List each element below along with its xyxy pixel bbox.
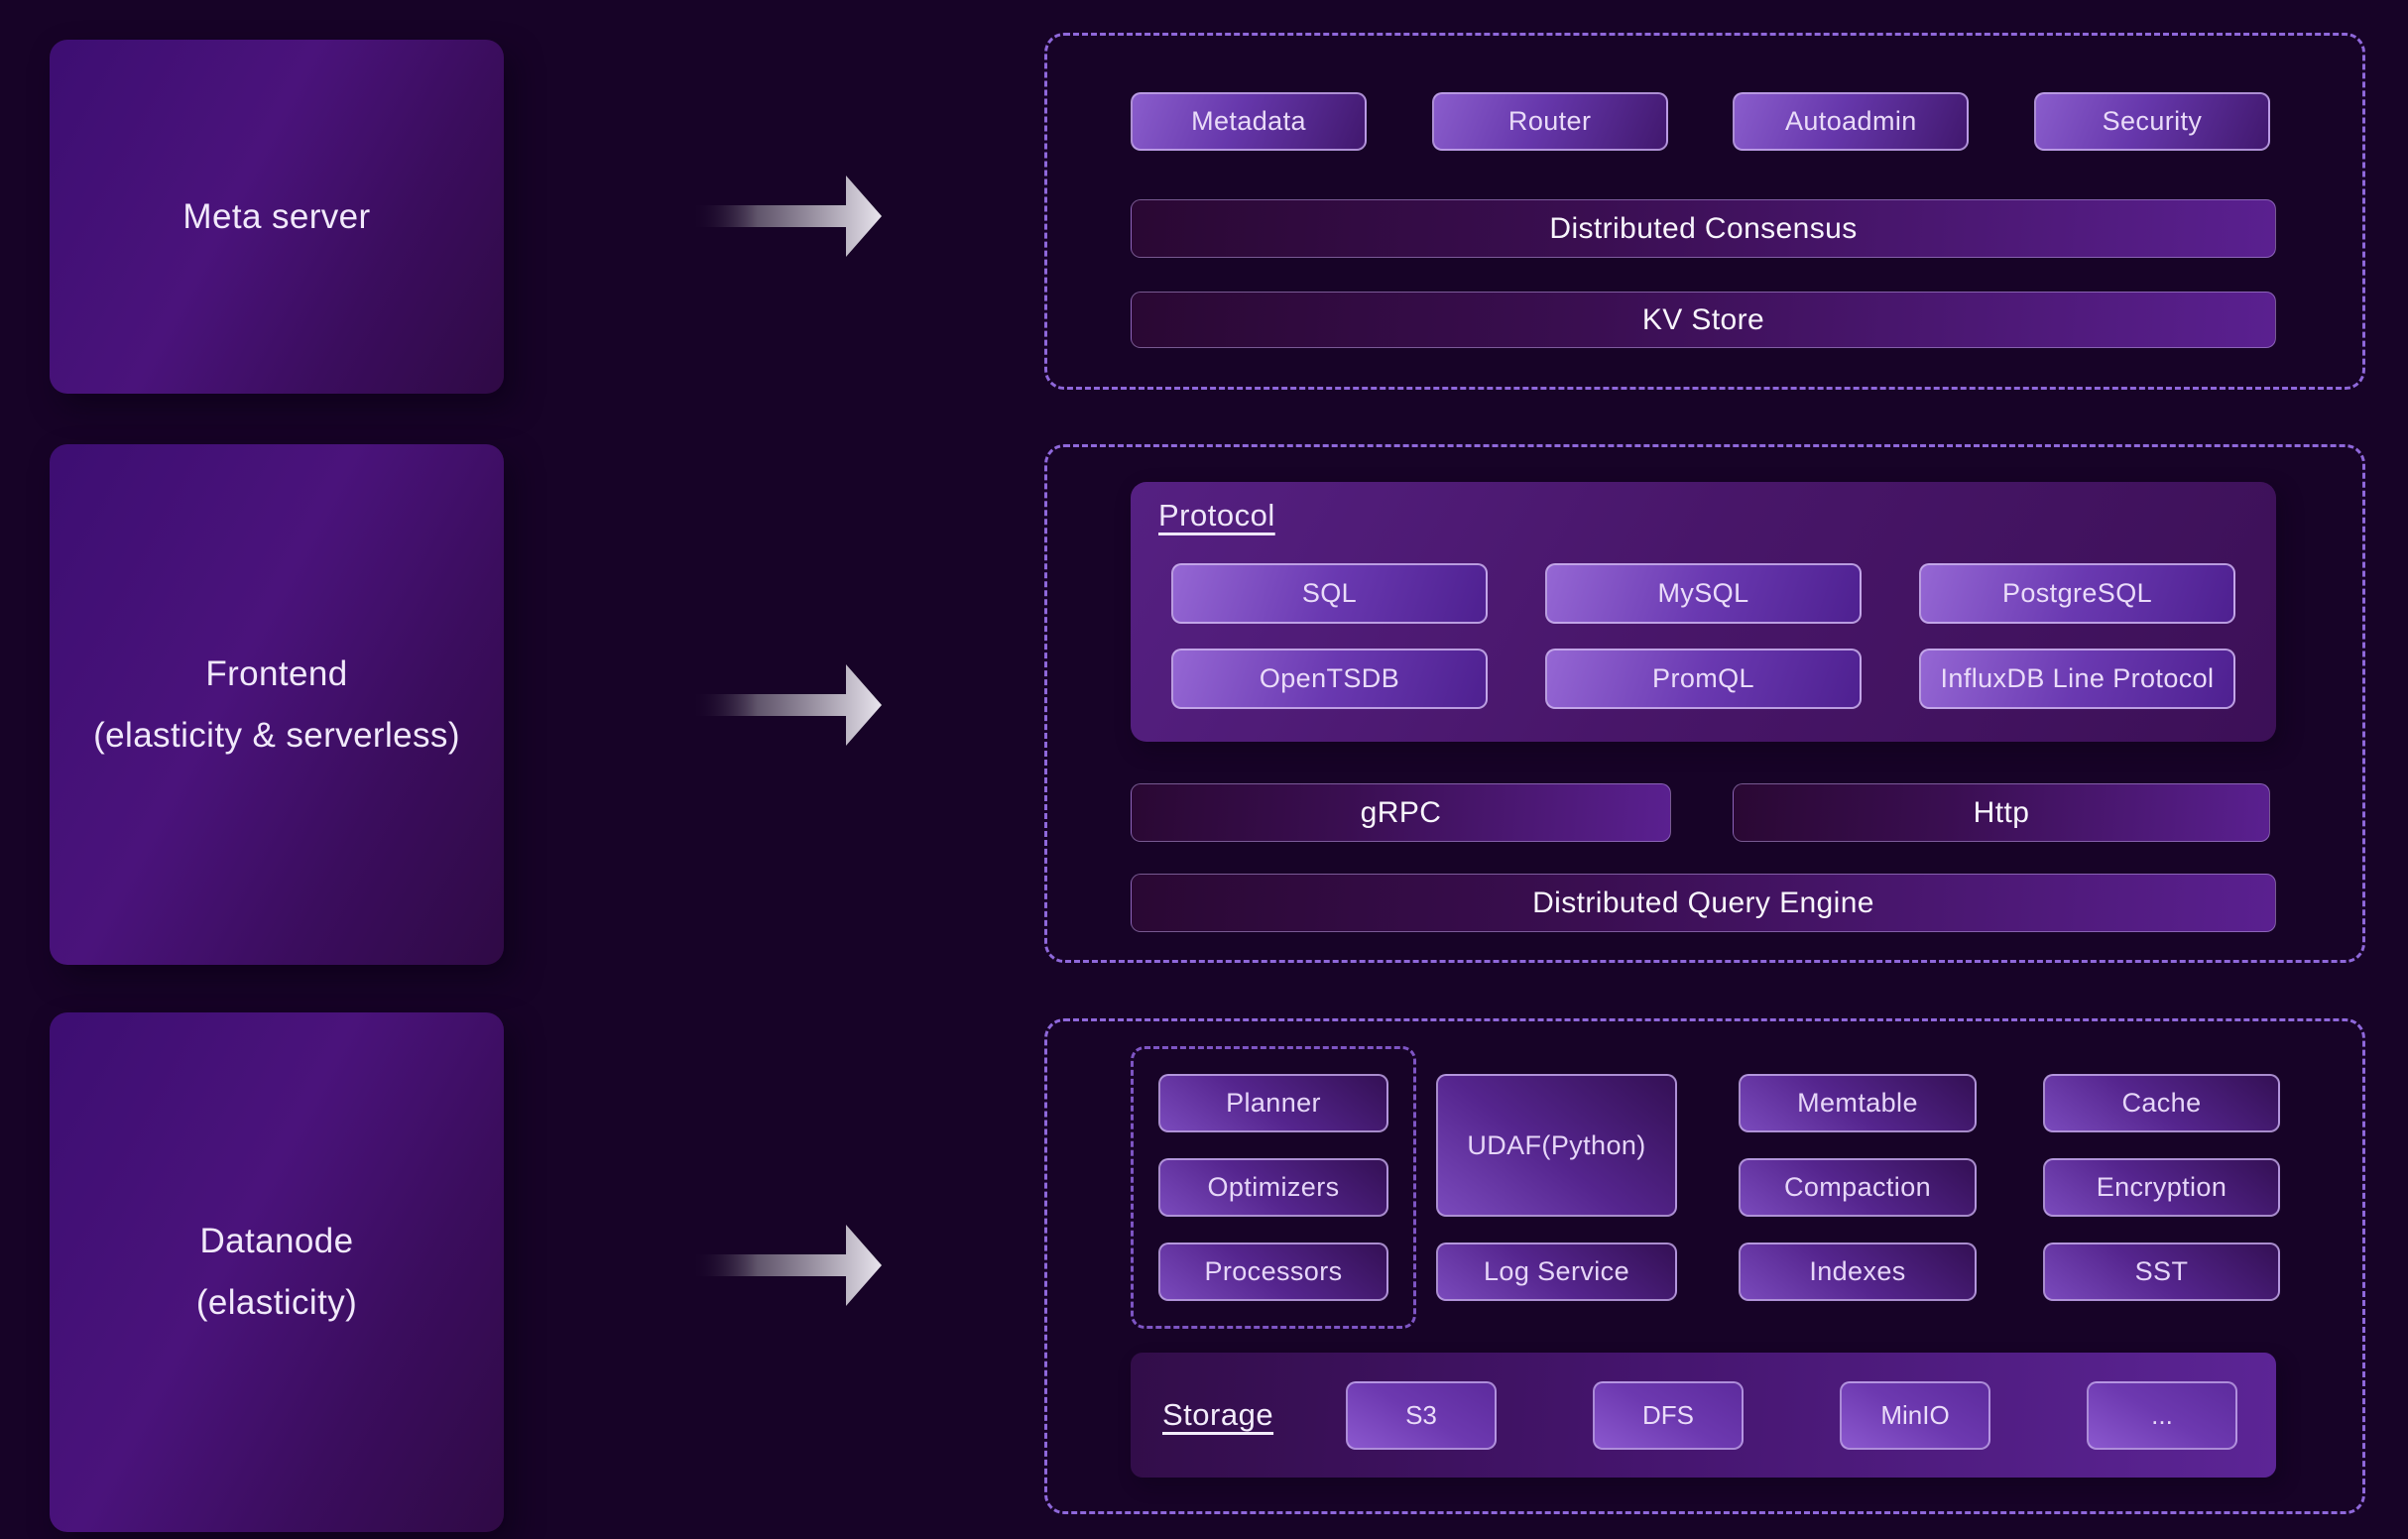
storage-item-dfs: DFS bbox=[1593, 1381, 1744, 1450]
storage-item-more: ... bbox=[2087, 1381, 2237, 1450]
transport-row: gRPC Http bbox=[1131, 783, 2270, 842]
planner-block: Planner bbox=[1158, 1074, 1388, 1132]
protocol-grid: SQL MySQL PostgreSQL OpenTSDB PromQL Inf… bbox=[1131, 563, 2276, 709]
meta-server-node: Meta server bbox=[50, 40, 504, 394]
meta-server-label: Meta server bbox=[182, 186, 370, 248]
frontend-label-line2: (elasticity & serverless) bbox=[93, 705, 460, 767]
compaction-block: Compaction bbox=[1739, 1158, 1977, 1217]
module-router: Router bbox=[1432, 92, 1668, 151]
storage-item-s3: S3 bbox=[1346, 1381, 1497, 1450]
distributed-query-engine-bar: Distributed Query Engine bbox=[1131, 874, 2276, 932]
optimizers-block: Optimizers bbox=[1158, 1158, 1388, 1217]
module-autoadmin: Autoadmin bbox=[1733, 92, 1969, 151]
frontend-label-line1: Frontend bbox=[205, 644, 347, 705]
protocol-item-opentsdb: OpenTSDB bbox=[1171, 649, 1488, 709]
protocol-row-1: SQL MySQL PostgreSQL bbox=[1171, 563, 2235, 624]
datanode-panel: Planner Optimizers Processors UDAF(Pytho… bbox=[1044, 1018, 2365, 1514]
encryption-block: Encryption bbox=[2043, 1158, 2280, 1217]
protocol-group: Protocol SQL MySQL PostgreSQL OpenTSDB P… bbox=[1131, 482, 2276, 742]
http-bar: Http bbox=[1733, 783, 2270, 842]
flow-arrow-icon bbox=[691, 173, 882, 260]
storage-title: Storage bbox=[1162, 1397, 1346, 1433]
frontend-node: Frontend (elasticity & serverless) bbox=[50, 444, 504, 965]
datanode-label-line2: (elasticity) bbox=[196, 1272, 357, 1334]
meta-server-panel: Metadata Router Autoadmin Security Distr… bbox=[1044, 33, 2365, 390]
protocol-item-sql: SQL bbox=[1171, 563, 1488, 624]
protocol-title: Protocol bbox=[1158, 498, 1275, 533]
module-metadata: Metadata bbox=[1131, 92, 1367, 151]
datanode-node: Datanode (elasticity) bbox=[50, 1012, 504, 1532]
frontend-panel: Protocol SQL MySQL PostgreSQL OpenTSDB P… bbox=[1044, 444, 2365, 963]
memtable-block: Memtable bbox=[1739, 1074, 1977, 1132]
protocol-item-influxdb-line-protocol: InfluxDB Line Protocol bbox=[1919, 649, 2235, 709]
udaf-python-block: UDAF(Python) bbox=[1436, 1074, 1677, 1217]
meta-module-row: Metadata Router Autoadmin Security bbox=[1131, 92, 2270, 151]
storage-item-minio: MinIO bbox=[1840, 1381, 1990, 1450]
log-service-block: Log Service bbox=[1436, 1243, 1677, 1301]
kv-store-bar: KV Store bbox=[1131, 292, 2276, 348]
flow-arrow-icon bbox=[691, 661, 882, 749]
protocol-item-postgresql: PostgreSQL bbox=[1919, 563, 2235, 624]
datanode-label-line1: Datanode bbox=[200, 1211, 354, 1272]
architecture-diagram: Meta server Frontend (elasticity & serve… bbox=[0, 0, 2408, 1539]
storage-group: Storage S3 DFS MinIO ... bbox=[1131, 1353, 2276, 1478]
cache-block: Cache bbox=[2043, 1074, 2280, 1132]
flow-arrow-icon bbox=[691, 1222, 882, 1309]
protocol-item-promql: PromQL bbox=[1545, 649, 1862, 709]
module-security: Security bbox=[2034, 92, 2270, 151]
indexes-block: Indexes bbox=[1739, 1243, 1977, 1301]
grpc-bar: gRPC bbox=[1131, 783, 1671, 842]
protocol-item-mysql: MySQL bbox=[1545, 563, 1862, 624]
distributed-consensus-bar: Distributed Consensus bbox=[1131, 199, 2276, 258]
processors-block: Processors bbox=[1158, 1243, 1388, 1301]
protocol-row-2: OpenTSDB PromQL InfluxDB Line Protocol bbox=[1171, 649, 2235, 709]
sst-block: SST bbox=[2043, 1243, 2280, 1301]
